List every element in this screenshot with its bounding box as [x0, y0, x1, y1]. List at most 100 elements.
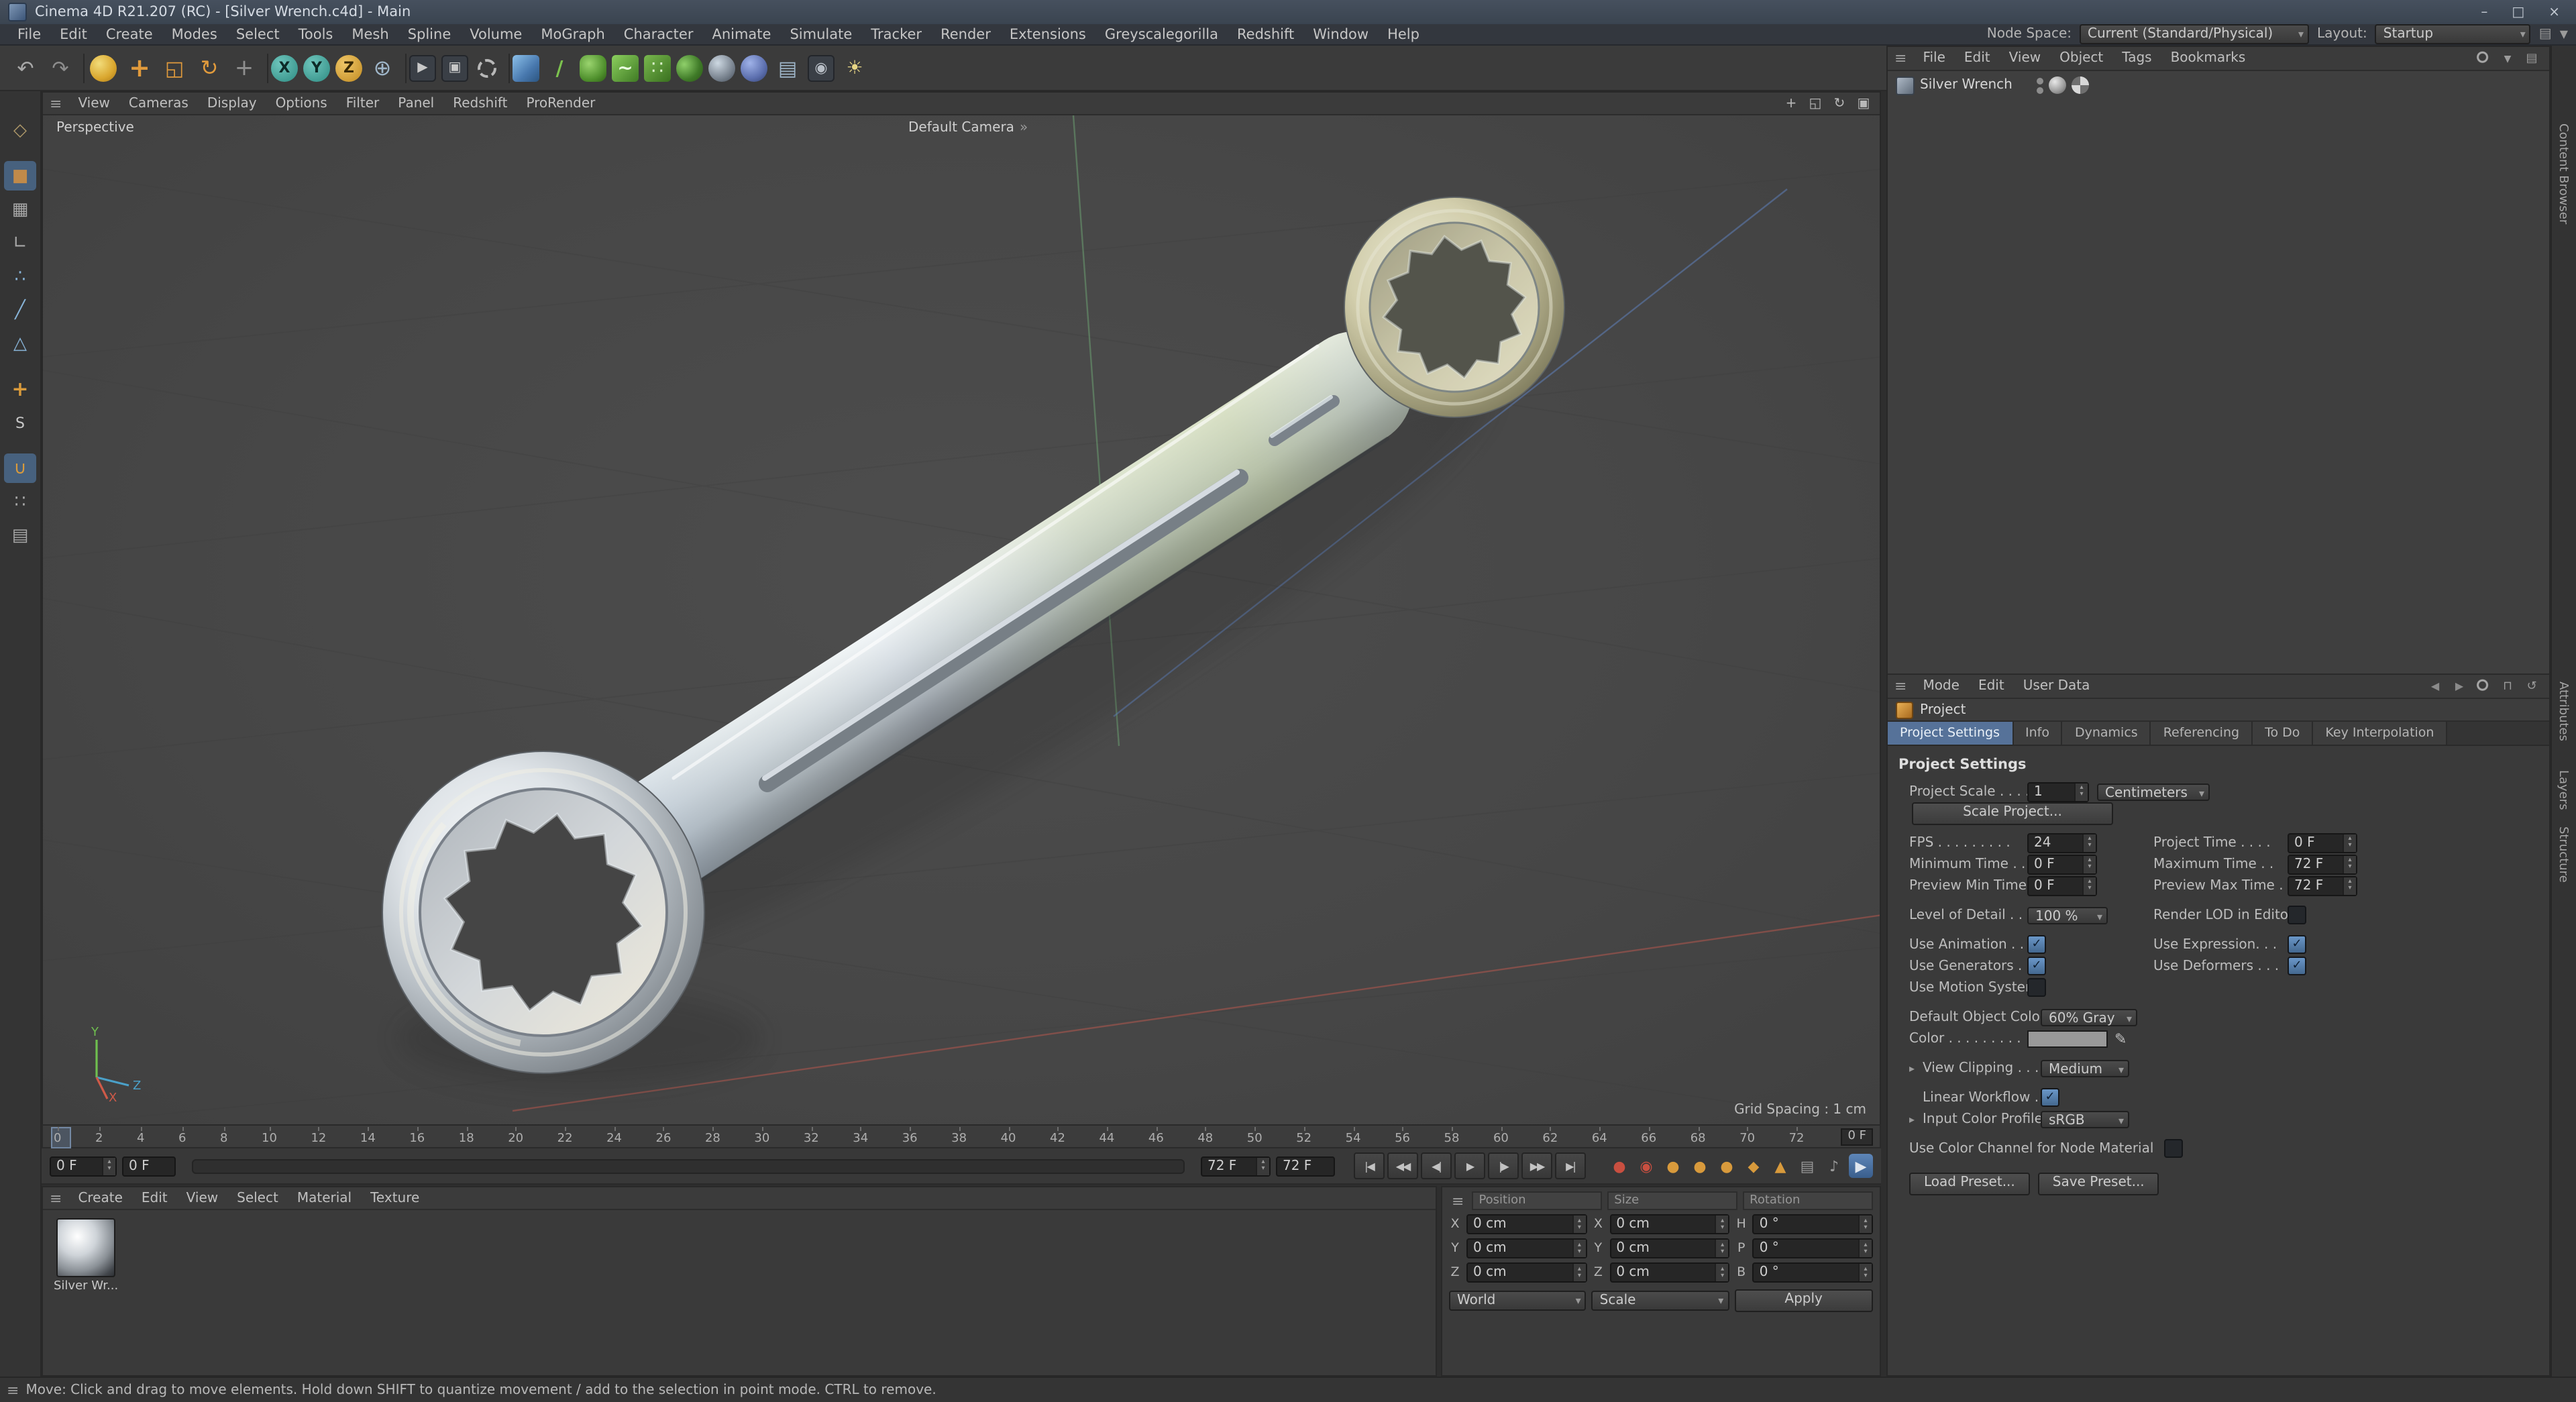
- coordinate-space-dropdown[interactable]: World: [1449, 1291, 1587, 1311]
- menu-item[interactable]: Mesh: [342, 26, 398, 42]
- texture-tag-icon[interactable]: [2071, 76, 2089, 94]
- am-history-icon[interactable]: ↺: [2522, 677, 2541, 696]
- last-tool-icon[interactable]: +: [227, 50, 262, 85]
- polygons-mode-icon[interactable]: △: [4, 329, 36, 358]
- workplane-snap-icon[interactable]: ▤: [4, 521, 36, 550]
- project-scale-field[interactable]: 1: [2027, 781, 2089, 802]
- use-motion-system-checkbox[interactable]: [2027, 978, 2046, 997]
- preview-end-field[interactable]: 72 F: [1201, 1156, 1271, 1176]
- autokeying-icon[interactable]: ◉: [1634, 1154, 1658, 1178]
- attribute-tab[interactable]: Key Interpolation: [2313, 722, 2448, 745]
- object-list[interactable]: Silver Wrench: [1888, 71, 2549, 675]
- key-pla-icon[interactable]: ▲: [1768, 1154, 1792, 1178]
- subdivision-surface-icon[interactable]: [580, 54, 606, 81]
- pen-spline-icon[interactable]: /: [542, 50, 577, 85]
- scale-tool-icon[interactable]: ◱: [157, 50, 192, 85]
- rotate-view-icon[interactable]: ↻: [1829, 94, 1850, 113]
- viewport-menu-item[interactable]: Filter: [337, 96, 389, 111]
- object-manager-menu-item[interactable]: Bookmarks: [2161, 51, 2255, 66]
- spinner[interactable]: [2082, 834, 2096, 851]
- viewport-menu-item[interactable]: Panel: [388, 96, 443, 111]
- attribute-manager-menu-item[interactable]: Edit: [1969, 679, 2014, 694]
- apply-button[interactable]: Apply: [1734, 1289, 1873, 1312]
- next-frame-button[interactable]: |▶: [1488, 1152, 1519, 1179]
- attribute-manager-menu-item[interactable]: Mode: [1913, 679, 1969, 694]
- menu-item[interactable]: Modes: [162, 26, 227, 42]
- goto-end-button[interactable]: ▶|: [1555, 1152, 1586, 1179]
- move-tool-icon[interactable]: +: [122, 50, 157, 85]
- points-mode-icon[interactable]: ∴: [4, 262, 36, 291]
- start-frame-field[interactable]: 0 F: [50, 1156, 117, 1176]
- minimize-button[interactable]: –: [2481, 5, 2487, 19]
- render-to-picture-viewer-icon[interactable]: ▣: [441, 54, 468, 81]
- key-position-icon[interactable]: ●: [1661, 1154, 1685, 1178]
- menu-item[interactable]: MoGraph: [531, 26, 614, 42]
- floor-grid-icon[interactable]: ▤: [770, 50, 805, 85]
- spinner[interactable]: [2343, 877, 2356, 894]
- size-mode-dropdown[interactable]: Scale: [1591, 1291, 1729, 1311]
- panel-menu-icon[interactable]: ≡: [43, 95, 68, 112]
- render-view-icon[interactable]: ▶: [409, 54, 436, 81]
- viewport-menu-item[interactable]: Cameras: [119, 96, 198, 111]
- redo-icon[interactable]: ↷: [43, 50, 78, 85]
- sound-icon[interactable]: ♪: [1822, 1154, 1846, 1178]
- make-editable-icon[interactable]: ◇: [4, 115, 36, 145]
- spinner[interactable]: [1858, 1264, 1872, 1281]
- om-filter-icon[interactable]: ▼: [2498, 49, 2517, 68]
- undo-icon[interactable]: ↶: [8, 50, 43, 85]
- object-row[interactable]: Silver Wrench: [1888, 75, 2549, 95]
- playback-settings-icon[interactable]: ▤: [1795, 1154, 1819, 1178]
- scale-project-button[interactable]: Scale Project...: [1912, 802, 2113, 824]
- menu-item[interactable]: Spline: [398, 26, 461, 42]
- attribute-tab[interactable]: To Do: [2253, 722, 2314, 745]
- zoom-view-icon[interactable]: ◱: [1805, 94, 1826, 113]
- menu-item[interactable]: Render: [931, 26, 1000, 42]
- spinner[interactable]: [1572, 1264, 1586, 1281]
- menu-item[interactable]: Tracker: [861, 26, 931, 42]
- size-field[interactable]: 0 cm: [1609, 1262, 1730, 1283]
- am-lock-icon[interactable]: ⊓: [2498, 677, 2517, 696]
- attribute-tab[interactable]: Dynamics: [2062, 722, 2151, 745]
- rotation-field[interactable]: 0 °: [1752, 1214, 1874, 1234]
- quantize-icon[interactable]: ∷: [4, 487, 36, 517]
- panel-menu-icon[interactable]: ≡: [1449, 1192, 1466, 1209]
- panel-menu-icon[interactable]: ≡: [1888, 678, 1913, 695]
- preview-start-field[interactable]: 0 F: [122, 1156, 176, 1176]
- use-animation-checkbox[interactable]: [2027, 935, 2046, 954]
- object-manager-menu-item[interactable]: Edit: [1955, 51, 2000, 66]
- play-button[interactable]: ▶: [1454, 1152, 1485, 1179]
- close-button[interactable]: ×: [2548, 5, 2560, 19]
- eyedropper-icon[interactable]: ✎: [2114, 1030, 2127, 1047]
- make-preview-icon[interactable]: ▶: [1849, 1154, 1873, 1178]
- end-frame-field[interactable]: 72 F: [1276, 1156, 1335, 1176]
- object-manager-menu-item[interactable]: File: [1913, 51, 1954, 66]
- view-clipping-dropdown[interactable]: Medium: [2041, 1059, 2129, 1078]
- light-icon[interactable]: ☀: [837, 50, 872, 85]
- viewport-canvas[interactable]: Perspective Default Camera » Grid Spacin…: [43, 115, 1880, 1126]
- spinner[interactable]: [2343, 855, 2356, 873]
- coordinate-system-icon[interactable]: ⊕: [365, 50, 400, 85]
- tab-content-browser[interactable]: Content Browser: [2556, 123, 2569, 224]
- prev-key-button[interactable]: ◀◀: [1387, 1152, 1418, 1179]
- menu-item[interactable]: Tools: [289, 26, 343, 42]
- spinner[interactable]: [1858, 1216, 1872, 1233]
- y-axis-lock-button[interactable]: Y: [303, 54, 330, 81]
- restore-button[interactable]: □: [2512, 5, 2524, 19]
- position-field[interactable]: 0 cm: [1466, 1214, 1587, 1234]
- material-menu-item[interactable]: View: [177, 1191, 227, 1205]
- spinner[interactable]: [1572, 1240, 1586, 1257]
- coordinates-column-header[interactable]: Size: [1607, 1191, 1738, 1210]
- preview-max-time-field[interactable]: 72 F: [2288, 875, 2357, 896]
- menu-item[interactable]: Select: [227, 26, 289, 42]
- minimum-time-field[interactable]: 0 F: [2027, 854, 2097, 874]
- object-manager-menu-item[interactable]: Object: [2050, 51, 2112, 66]
- attribute-tab[interactable]: Info: [2013, 722, 2063, 745]
- metaball-icon[interactable]: [708, 54, 735, 81]
- spinner[interactable]: [1715, 1264, 1729, 1281]
- viewport-menu-item[interactable]: Redshift: [443, 96, 517, 111]
- material-item[interactable]: Silver Wr...: [54, 1218, 118, 1293]
- panel-menu-icon[interactable]: ≡: [0, 1382, 25, 1399]
- spinner[interactable]: [1572, 1216, 1586, 1233]
- material-menu-item[interactable]: Texture: [361, 1191, 429, 1205]
- attribute-tab[interactable]: Project Settings: [1888, 722, 2013, 745]
